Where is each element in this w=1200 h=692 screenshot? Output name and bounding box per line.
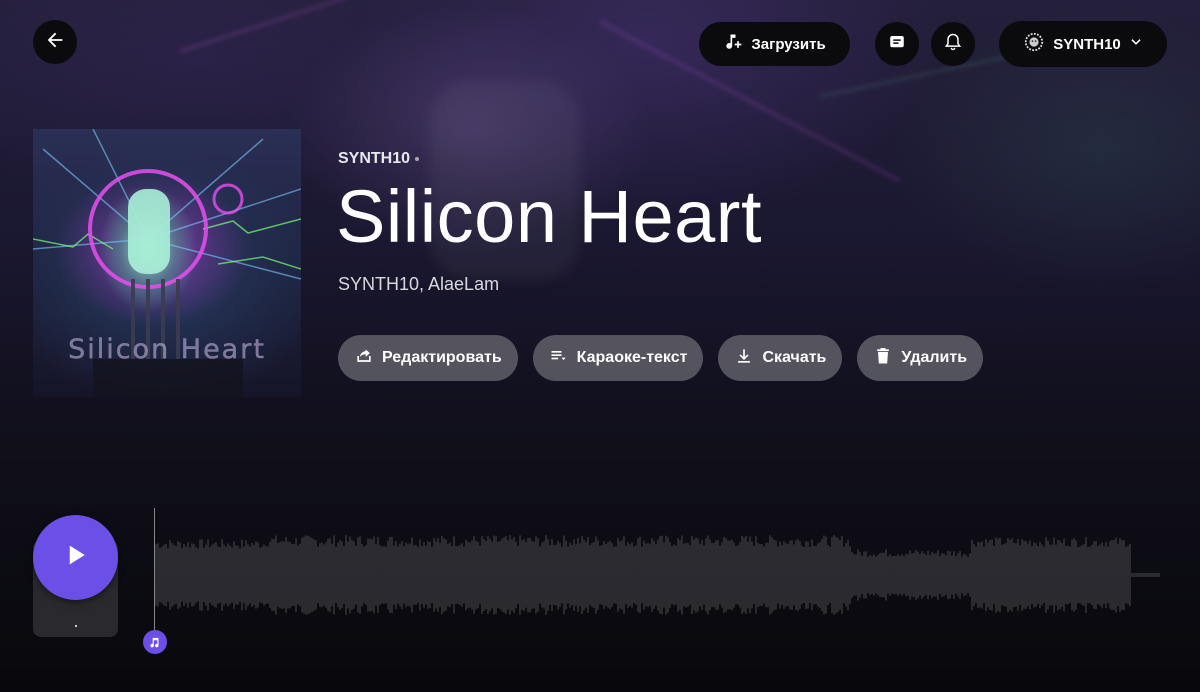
- delete-label: Удалить: [901, 349, 968, 366]
- cover-title-text: Silicon Heart: [68, 334, 266, 366]
- arrow-left-icon: [44, 29, 66, 56]
- music-badge-icon[interactable]: [143, 630, 167, 654]
- chevron-down-icon: [1129, 35, 1143, 53]
- waveform[interactable]: [155, 520, 1160, 630]
- music-note-plus-icon: [723, 32, 743, 56]
- edit-label: Редактировать: [382, 349, 502, 366]
- top-bar: Загрузить SYNTH10: [0, 0, 1200, 90]
- track-meta: SYNTH10: [338, 150, 420, 168]
- cover-art: Silicon Heart: [33, 129, 301, 397]
- track-actions: Редактировать Караоке-текст Скачать Удал…: [338, 335, 984, 381]
- messages-button[interactable]: [875, 22, 919, 66]
- edit-button[interactable]: Редактировать: [338, 335, 518, 381]
- lion-avatar-icon: [1023, 31, 1045, 57]
- track-title: Silicon Heart: [336, 175, 763, 258]
- download-label: Скачать: [762, 349, 827, 366]
- notifications-button[interactable]: [931, 22, 975, 66]
- upload-button[interactable]: Загрузить: [699, 22, 850, 66]
- play-button[interactable]: [33, 515, 118, 600]
- download-icon: [734, 346, 754, 371]
- player: [0, 500, 1200, 692]
- owner-label[interactable]: SYNTH10: [338, 150, 420, 168]
- karaoke-label: Караоке-текст: [576, 349, 688, 366]
- track-artists[interactable]: SYNTH10, AlaeLam: [338, 274, 499, 295]
- lyrics-icon: [549, 346, 569, 371]
- trash-icon: [873, 346, 893, 371]
- message-icon: [888, 33, 906, 55]
- share-edit-icon: [354, 346, 374, 371]
- user-menu-button[interactable]: SYNTH10: [999, 21, 1167, 67]
- karaoke-button[interactable]: Караоке-текст: [532, 335, 704, 381]
- delete-button[interactable]: Удалить: [857, 335, 984, 381]
- upload-label: Загрузить: [751, 35, 826, 53]
- bell-icon: [943, 32, 963, 56]
- play-icon: [61, 540, 91, 575]
- back-button[interactable]: [33, 20, 77, 64]
- download-button[interactable]: Скачать: [718, 335, 843, 381]
- user-name: SYNTH10: [1053, 35, 1121, 53]
